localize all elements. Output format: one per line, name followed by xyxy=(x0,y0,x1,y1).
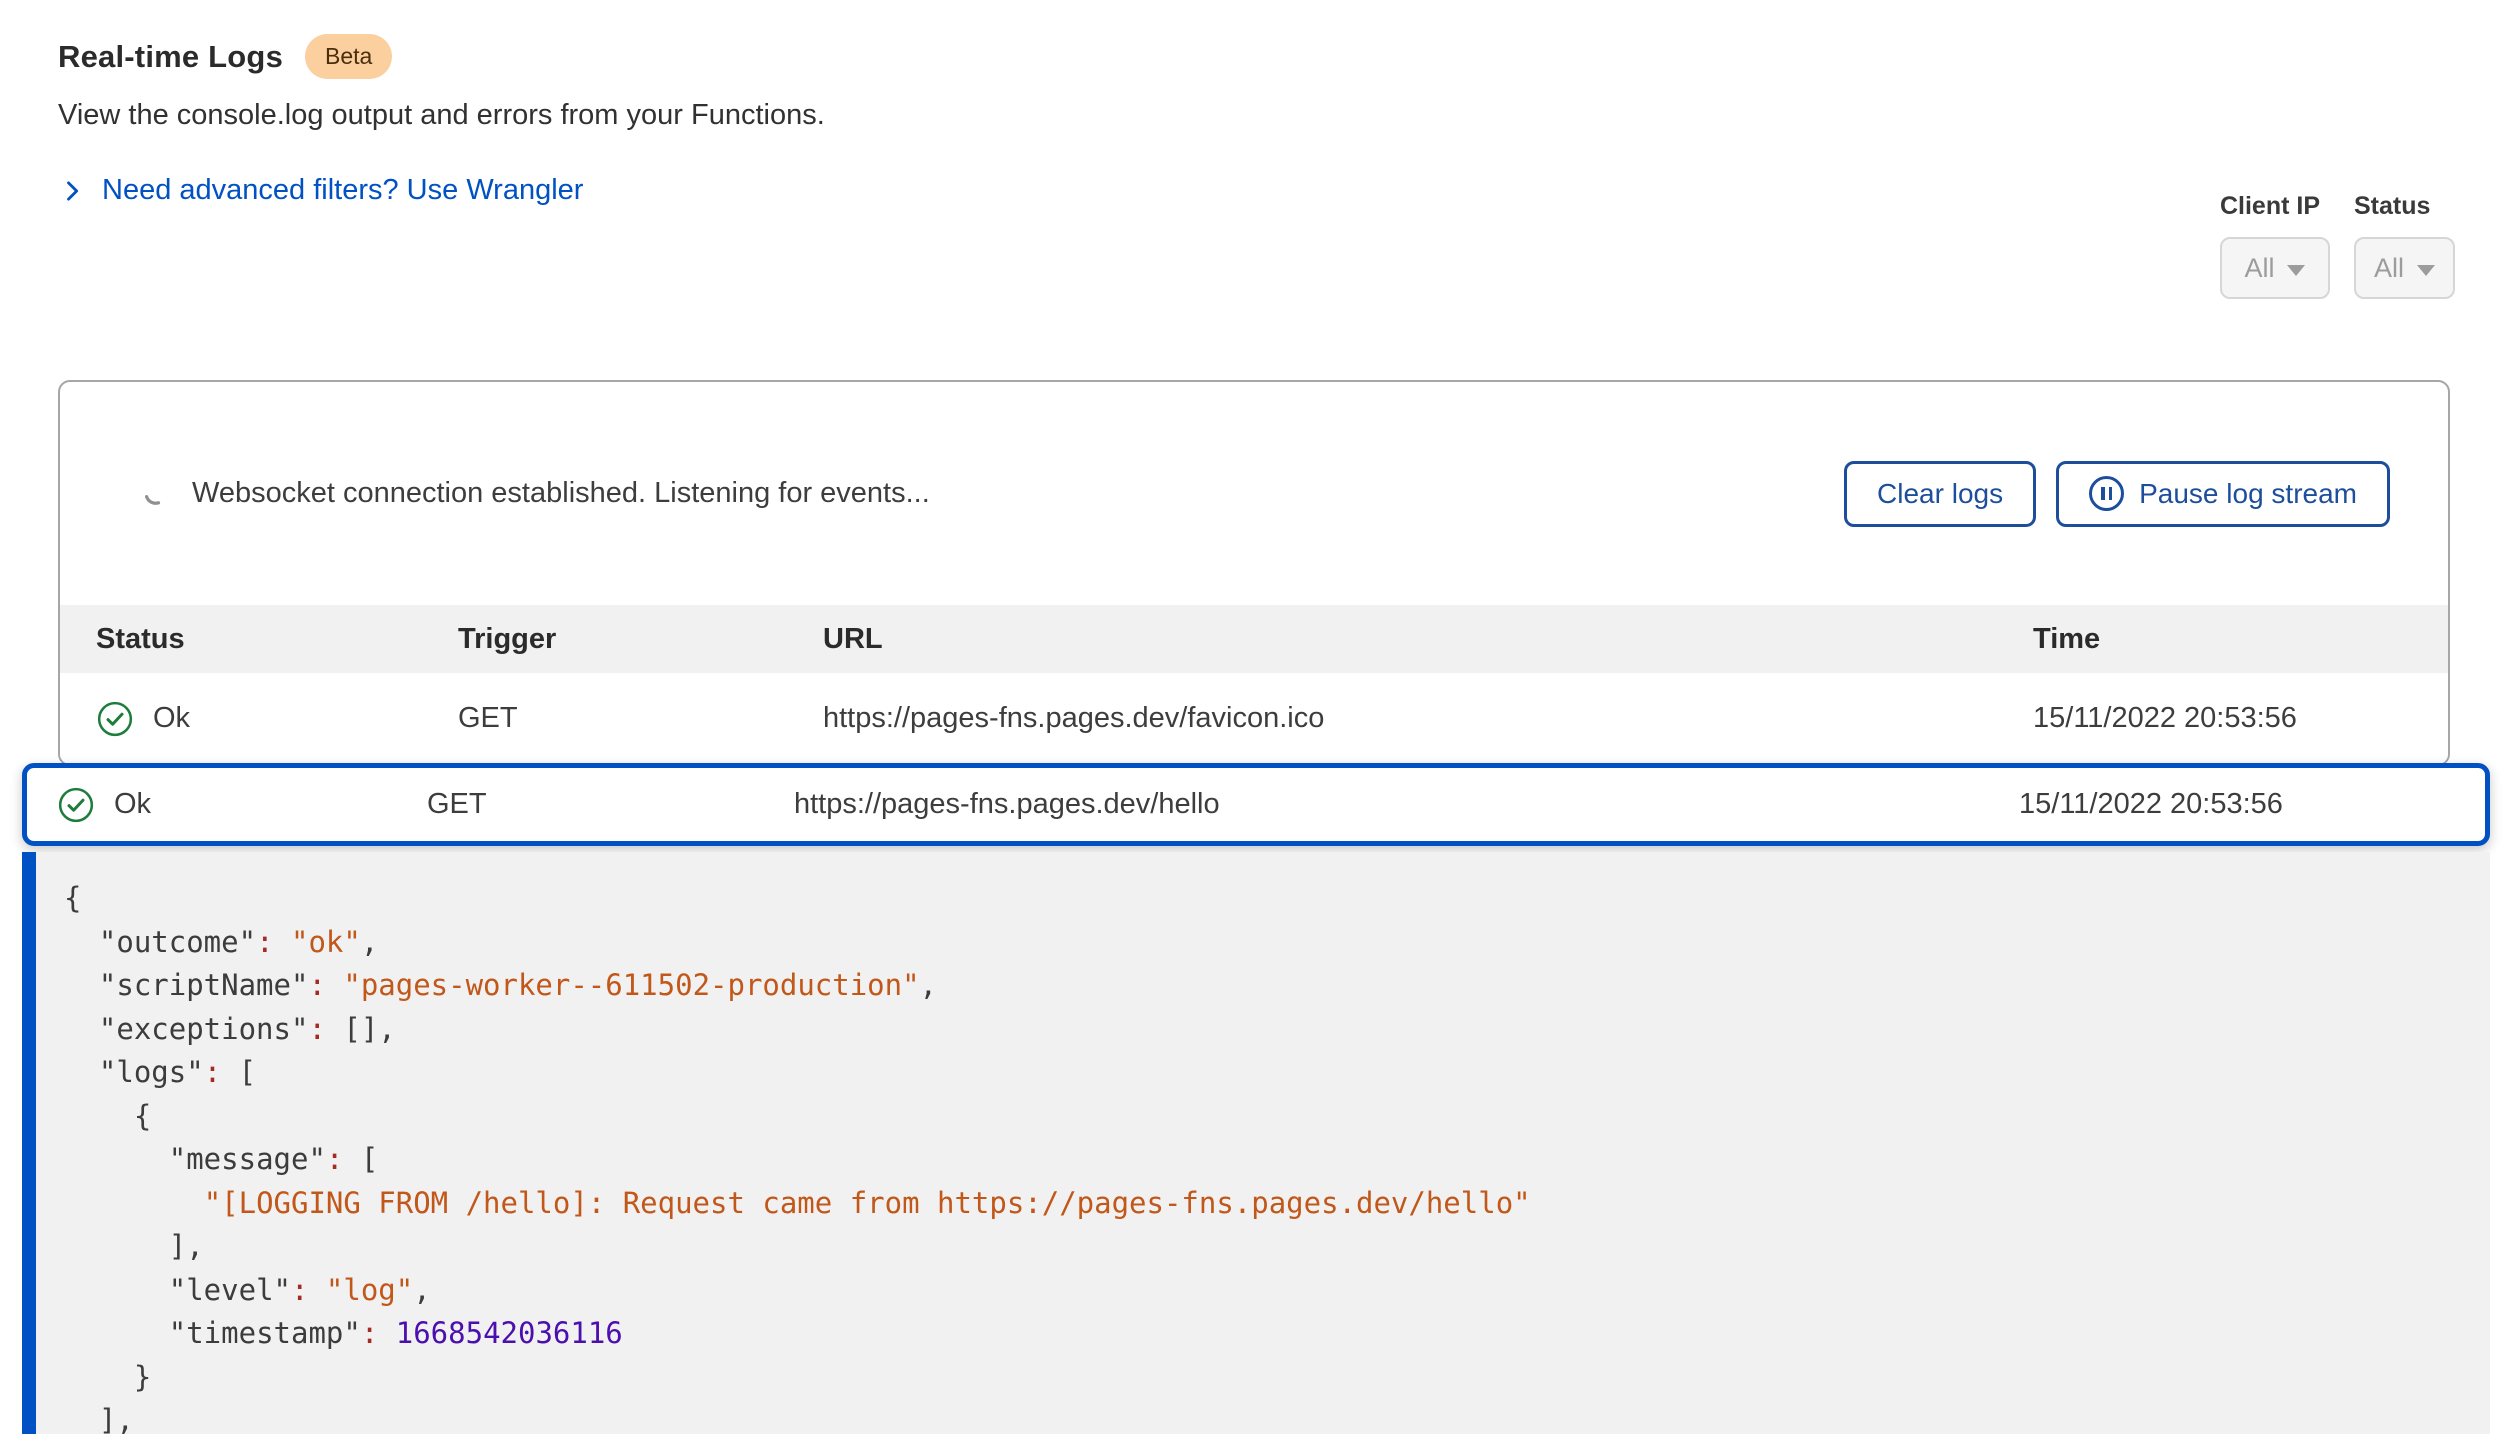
log-filters: Client IP All Status All xyxy=(2220,192,2455,299)
row-trigger: GET xyxy=(458,702,823,735)
row-time: 15/11/2022 20:53:56 xyxy=(2019,788,2455,821)
pause-button-label: Pause log stream xyxy=(2139,478,2357,510)
client-ip-dropdown[interactable]: All xyxy=(2220,237,2330,299)
check-circle-icon xyxy=(57,786,95,824)
page-header: Real-time Logs Beta View the console.log… xyxy=(58,34,825,207)
beta-badge: Beta xyxy=(305,34,392,79)
row-url: https://pages-fns.pages.dev/favicon.ico xyxy=(823,702,2033,735)
pause-icon xyxy=(2089,476,2124,511)
column-header-time: Time xyxy=(2033,623,2412,656)
table-row-selected[interactable]: Ok GET https://pages-fns.pages.dev/hello… xyxy=(22,763,2490,846)
status-value: All xyxy=(2374,253,2404,284)
log-detail-panel: { "outcome": "ok", "scriptName": "pages-… xyxy=(22,852,2490,1434)
connection-status: Websocket connection established. Listen… xyxy=(192,477,1844,510)
chevron-right-icon xyxy=(58,177,86,205)
log-detail-json: { "outcome": "ok", "scriptName": "pages-… xyxy=(64,877,2490,1434)
wrangler-link-text[interactable]: Need advanced filters? Use Wrangler xyxy=(102,174,583,207)
table-header: Status Trigger URL Time xyxy=(60,605,2448,673)
row-status: Ok xyxy=(153,702,190,735)
pause-log-stream-button[interactable]: Pause log stream xyxy=(2056,461,2390,527)
status-dropdown[interactable]: All xyxy=(2354,237,2455,299)
column-header-url: URL xyxy=(823,623,2033,656)
caret-down-icon xyxy=(2287,265,2305,276)
spinner-icon xyxy=(142,481,168,507)
logs-toolbar: Websocket connection established. Listen… xyxy=(60,382,2448,605)
status-label: Status xyxy=(2354,192,2455,221)
client-ip-label: Client IP xyxy=(2220,192,2330,221)
clear-logs-button[interactable]: Clear logs xyxy=(1844,461,2036,527)
check-circle-icon xyxy=(96,700,134,738)
logs-card: Websocket connection established. Listen… xyxy=(58,380,2450,766)
row-trigger: GET xyxy=(427,788,794,821)
row-url: https://pages-fns.pages.dev/hello xyxy=(794,788,2019,821)
table-row[interactable]: Ok GET https://pages-fns.pages.dev/favic… xyxy=(60,673,2448,764)
page-subtitle: View the console.log output and errors f… xyxy=(58,99,825,132)
caret-down-icon xyxy=(2417,265,2435,276)
expanded-log-entry: Ok GET https://pages-fns.pages.dev/hello… xyxy=(22,763,2490,1434)
row-time: 15/11/2022 20:53:56 xyxy=(2033,702,2412,735)
wrangler-link[interactable]: Need advanced filters? Use Wrangler xyxy=(58,174,825,207)
column-header-status: Status xyxy=(96,623,458,656)
page-title: Real-time Logs xyxy=(58,39,283,75)
row-status: Ok xyxy=(114,788,151,821)
client-ip-value: All xyxy=(2244,253,2274,284)
column-header-trigger: Trigger xyxy=(458,623,823,656)
